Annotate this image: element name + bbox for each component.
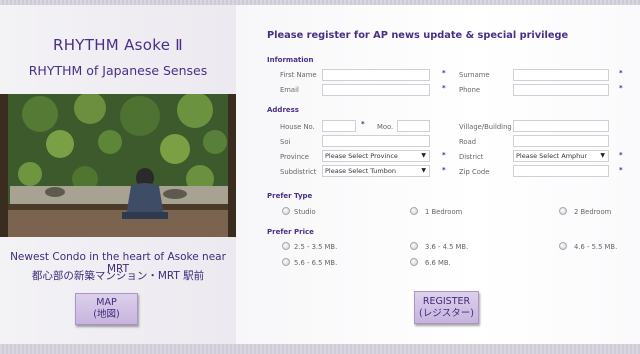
price-2-label: 3.6 - 4.5 MB. [425, 243, 469, 251]
type-2bed-radio[interactable] [559, 207, 567, 215]
bottom-border [0, 344, 640, 354]
email-required: * [442, 84, 446, 92]
province-label: Province [280, 153, 309, 161]
district-select-value: Please Select Amphur [516, 152, 588, 160]
phone-input[interactable] [513, 84, 609, 96]
soi-label: Soi [280, 138, 291, 146]
type-1bed-radio[interactable] [410, 207, 418, 215]
map-button-label-jp: (地図) [93, 309, 120, 320]
register-button[interactable]: REGISTER (レジスター) [414, 291, 479, 324]
dropdown-arrow-icon: ▼ [600, 152, 605, 159]
register-button-label-jp: (レジスター) [419, 307, 474, 319]
province-select[interactable]: Please Select Province ▼ [322, 150, 430, 162]
surname-input[interactable] [513, 69, 609, 81]
type-studio-label: Studio [294, 208, 316, 216]
zip-label: Zip Code [459, 168, 490, 176]
surname-label: Surname [459, 71, 490, 79]
type-2bed-label: 2 Bedroom [574, 208, 612, 216]
district-label: District [459, 153, 484, 161]
dropdown-arrow-icon: ▼ [421, 167, 426, 174]
map-button-label: MAP [96, 297, 117, 308]
brand-tagline: RHYTHM of Japanese Senses [28, 63, 208, 78]
headline-japanese: 都心部の新築マンション・MRT 駅前 [31, 270, 205, 282]
price-3-radio[interactable] [559, 242, 567, 250]
section-information: Information [267, 56, 314, 64]
section-prefer-type: Prefer Type [267, 192, 313, 200]
zip-required: * [619, 166, 623, 174]
price-4-label: 5.6 - 6.5 MB. [294, 259, 338, 267]
price-1-radio[interactable] [282, 242, 290, 250]
house-no-label: House No. [280, 123, 315, 131]
first-name-label: First Name [280, 71, 317, 79]
section-prefer-price: Prefer Price [267, 228, 314, 236]
province-required: * [442, 151, 446, 159]
price-5-label: 6.6 MB. [425, 259, 451, 267]
type-1bed-label: 1 Bedroom [425, 208, 463, 216]
soi-input[interactable] [322, 135, 430, 147]
zip-input[interactable] [513, 165, 609, 177]
type-studio-radio[interactable] [282, 207, 290, 215]
road-label: Road [459, 138, 477, 146]
district-select[interactable]: Please Select Amphur ▼ [513, 150, 609, 162]
subdistrict-required: * [442, 166, 446, 174]
price-1-label: 2.5 - 3.5 MB. [294, 243, 338, 251]
price-4-radio[interactable] [282, 258, 290, 266]
section-address: Address [267, 106, 299, 114]
first-name-required: * [442, 69, 446, 77]
province-select-value: Please Select Province [325, 152, 398, 160]
register-button-label: REGISTER [422, 295, 471, 307]
first-name-input[interactable] [322, 69, 430, 81]
village-label: Village/Building [459, 123, 512, 131]
moo-label: Moo. [377, 123, 394, 131]
price-5-radio[interactable] [410, 258, 418, 266]
price-2-radio[interactable] [410, 242, 418, 250]
price-3-label: 4.6 - 5.5 MB. [574, 243, 618, 251]
phone-label: Phone [459, 86, 481, 94]
road-input[interactable] [513, 135, 609, 147]
subdistrict-select[interactable]: Please Select Tumbon ▼ [322, 165, 430, 177]
village-input[interactable] [513, 120, 609, 132]
garden-photo [0, 94, 236, 237]
email-input[interactable] [322, 84, 430, 96]
house-no-required: * [361, 120, 365, 128]
phone-required: * [619, 84, 623, 92]
subdistrict-select-value: Please Select Tumbon [325, 167, 396, 175]
subdistrict-label: Subdistrict [280, 168, 317, 176]
house-no-input[interactable] [322, 120, 356, 132]
brand-title: RHYTHM Asoke Ⅱ [52, 36, 183, 54]
email-label: Email [280, 86, 299, 94]
dropdown-arrow-icon: ▼ [421, 152, 426, 159]
garden-illustration [0, 94, 236, 237]
form-title: Please register for AP news update & spe… [267, 30, 569, 41]
district-required: * [619, 151, 623, 159]
moo-input[interactable] [397, 120, 430, 132]
surname-required: * [619, 69, 623, 77]
map-button[interactable]: MAP (地図) [75, 293, 138, 325]
page: RHYTHM Asoke Ⅱ RHYTHM of Japanese Senses [0, 0, 640, 354]
